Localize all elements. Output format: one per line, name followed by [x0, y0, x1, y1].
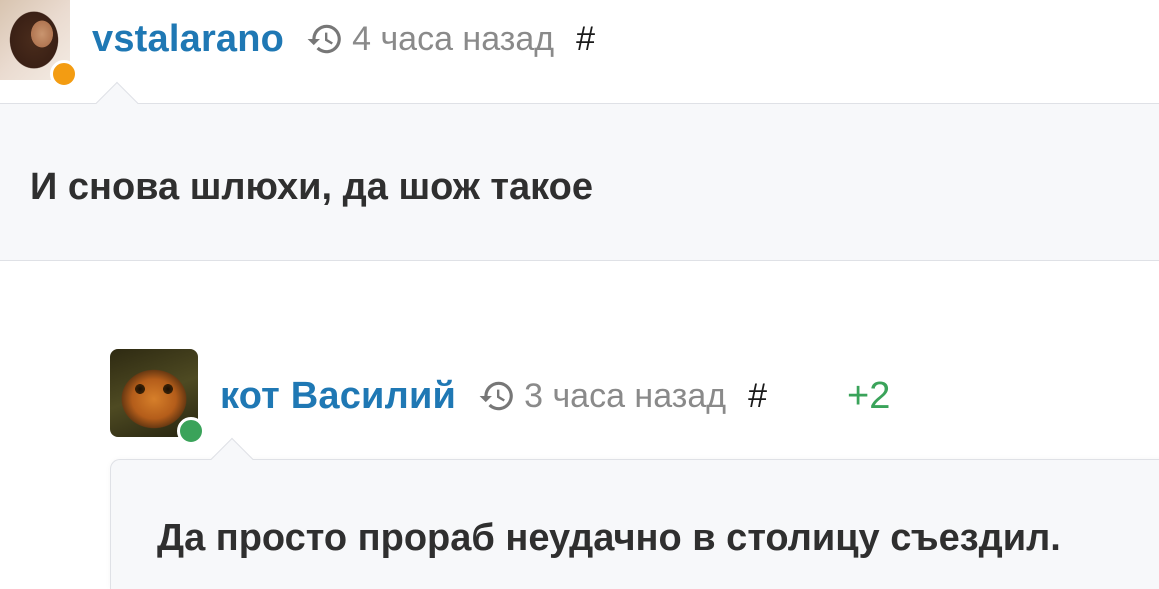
- comment-body: Да просто прораб неудачно в столицу съез…: [110, 437, 1159, 589]
- history-icon: [479, 381, 513, 411]
- comment-meta: vstalarano 4 часа назад #: [92, 16, 595, 62]
- comment-timestamp[interactable]: 4 часа назад: [352, 20, 554, 59]
- avatar[interactable]: [0, 0, 78, 88]
- bubble-pointer: [210, 437, 254, 481]
- history-icon: [307, 24, 341, 54]
- status-online-dot: [177, 417, 205, 445]
- author-link[interactable]: кот Василий: [220, 375, 456, 418]
- comment-timestamp[interactable]: 3 часа назад: [524, 377, 726, 416]
- author-link[interactable]: vstalarano: [92, 18, 284, 61]
- comment-meta: кот Василий 3 часа назад # +2: [220, 373, 890, 419]
- comment-body: И снова шлюхи, да шож такое: [0, 81, 1159, 261]
- comment-reply: кот Василий 3 часа назад # +2 Да просто …: [108, 347, 1159, 589]
- permalink-link[interactable]: #: [576, 20, 595, 59]
- status-away-dot: [50, 60, 78, 88]
- comment-text: И снова шлюхи, да шож такое: [30, 166, 593, 208]
- comment-text: Да просто прораб неудачно в столицу съез…: [157, 517, 1061, 559]
- permalink-link[interactable]: #: [748, 377, 767, 416]
- comment: vstalarano 4 часа назад # И снова шлюхи,…: [0, 0, 1159, 262]
- avatar[interactable]: [110, 349, 205, 445]
- comment-rating: +2: [847, 374, 891, 417]
- bubble-pointer: [95, 81, 139, 125]
